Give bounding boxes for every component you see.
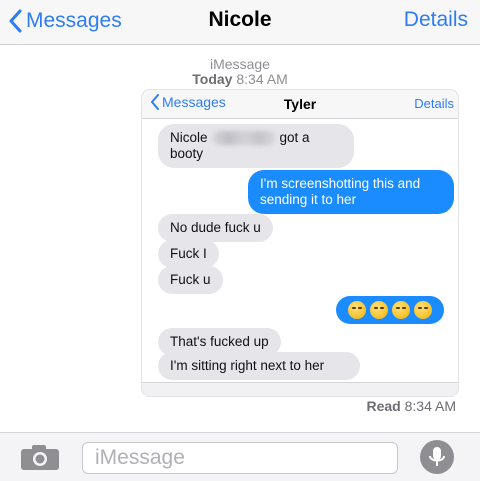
laughing-emoji-icon <box>370 301 388 319</box>
laughing-emoji-icon <box>414 301 432 319</box>
message-text: That's fucked up <box>170 334 269 349</box>
message-text: booty <box>170 146 204 161</box>
message-text: Fuck u <box>170 272 211 287</box>
details-button[interactable]: Details <box>404 8 468 32</box>
navigation-bar: Messages Nicole Details <box>0 0 480 45</box>
message-text: I'm sitting right next to her <box>170 358 325 373</box>
incoming-message: No dude fuck u <box>158 214 273 242</box>
timestamp-time: 8:34 AM <box>236 71 288 87</box>
laughing-emoji-icon <box>348 301 366 319</box>
read-time: 8:34 AM <box>404 398 456 414</box>
outgoing-emoji-message <box>336 296 444 324</box>
microphone-icon <box>429 447 445 466</box>
screenshot-navigation-bar: Messages Tyler Details <box>142 90 458 119</box>
read-label: Read <box>366 398 401 414</box>
screenshot-details: Details <box>414 96 454 111</box>
message-text: Nicole <box>170 130 208 145</box>
timestamp: Today 8:34 AM <box>0 71 480 87</box>
screenshot-image-message[interactable]: Messages Tyler Details Nicole got a booty… <box>142 90 458 396</box>
incoming-message: Fuck u <box>158 266 223 294</box>
camera-icon <box>21 445 59 470</box>
message-text: got a <box>279 130 310 145</box>
incoming-message: Fuck I <box>158 240 219 268</box>
microphone-button[interactable] <box>420 440 454 474</box>
screenshot-input-bar <box>142 382 458 396</box>
read-receipt: Read 8:34 AM <box>367 398 457 414</box>
message-input[interactable] <box>83 443 397 473</box>
message-text: No dude fuck u <box>170 220 261 235</box>
camera-button[interactable] <box>20 445 60 471</box>
message-text: I'm screenshotting this and sending it t… <box>260 176 421 207</box>
timestamp-day: Today <box>192 71 233 87</box>
message-input-container <box>82 442 398 474</box>
message-composer <box>0 432 480 481</box>
laughing-emoji-icon <box>392 301 410 319</box>
incoming-message: I'm sitting right next to her <box>158 352 360 380</box>
screenshot-title: Tyler <box>283 96 317 112</box>
outgoing-message: I'm screenshotting this and sending it t… <box>248 170 454 214</box>
redacted-name <box>211 131 276 146</box>
incoming-message: Nicole got a booty <box>158 124 354 168</box>
message-text: Fuck I <box>170 246 207 261</box>
service-label: iMessage <box>210 56 270 72</box>
